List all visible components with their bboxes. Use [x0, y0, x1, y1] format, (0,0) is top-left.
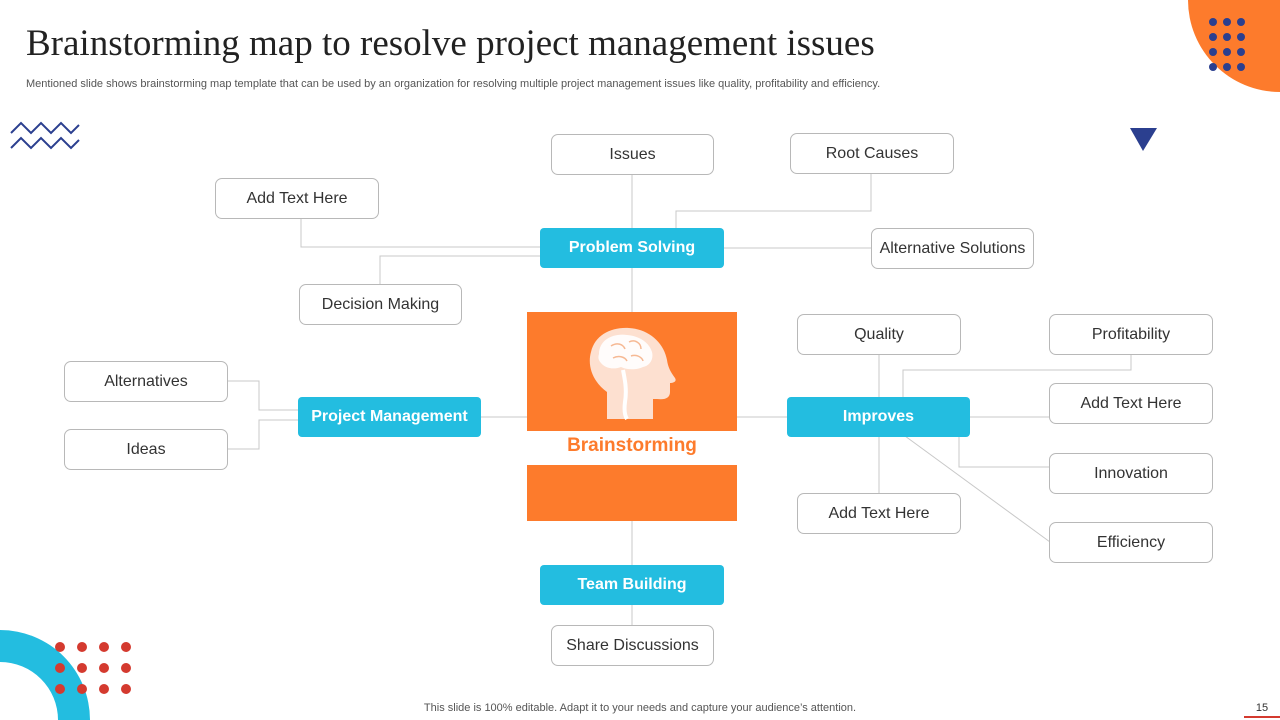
- center-node-base: [527, 465, 737, 521]
- page-number-underline: [1244, 716, 1280, 718]
- hub-problem-solving[interactable]: Problem Solving: [540, 228, 724, 268]
- node-add-text-3[interactable]: Add Text Here: [797, 493, 961, 534]
- hub-team-building[interactable]: Team Building: [540, 565, 724, 605]
- hub-improves[interactable]: Improves: [787, 397, 970, 437]
- node-root-causes[interactable]: Root Causes: [790, 133, 954, 174]
- node-issues[interactable]: Issues: [551, 134, 714, 175]
- page-subtitle: Mentioned slide shows brainstorming map …: [26, 78, 881, 90]
- page-title: Brainstorming map to resolve project man…: [26, 23, 875, 64]
- node-innovation[interactable]: Innovation: [1049, 453, 1213, 494]
- node-share-discussions[interactable]: Share Discussions: [551, 625, 714, 666]
- node-alternative-solutions[interactable]: Alternative Solutions: [871, 228, 1034, 269]
- node-ideas[interactable]: Ideas: [64, 429, 228, 470]
- center-label: Brainstorming: [567, 435, 697, 456]
- hub-project-management[interactable]: Project Management: [298, 397, 481, 437]
- node-quality[interactable]: Quality: [797, 314, 961, 355]
- center-node: [527, 312, 737, 431]
- node-add-text-2[interactable]: Add Text Here: [1049, 383, 1213, 424]
- node-profitability[interactable]: Profitability: [1049, 314, 1213, 355]
- brain-head-icon: [589, 327, 676, 421]
- page-number: 15: [1255, 702, 1269, 714]
- node-add-text-1[interactable]: Add Text Here: [215, 178, 379, 219]
- node-alternatives[interactable]: Alternatives: [64, 361, 228, 402]
- node-efficiency[interactable]: Efficiency: [1049, 522, 1213, 563]
- footer-note: This slide is 100% editable. Adapt it to…: [423, 702, 857, 714]
- node-decision-making[interactable]: Decision Making: [299, 284, 462, 325]
